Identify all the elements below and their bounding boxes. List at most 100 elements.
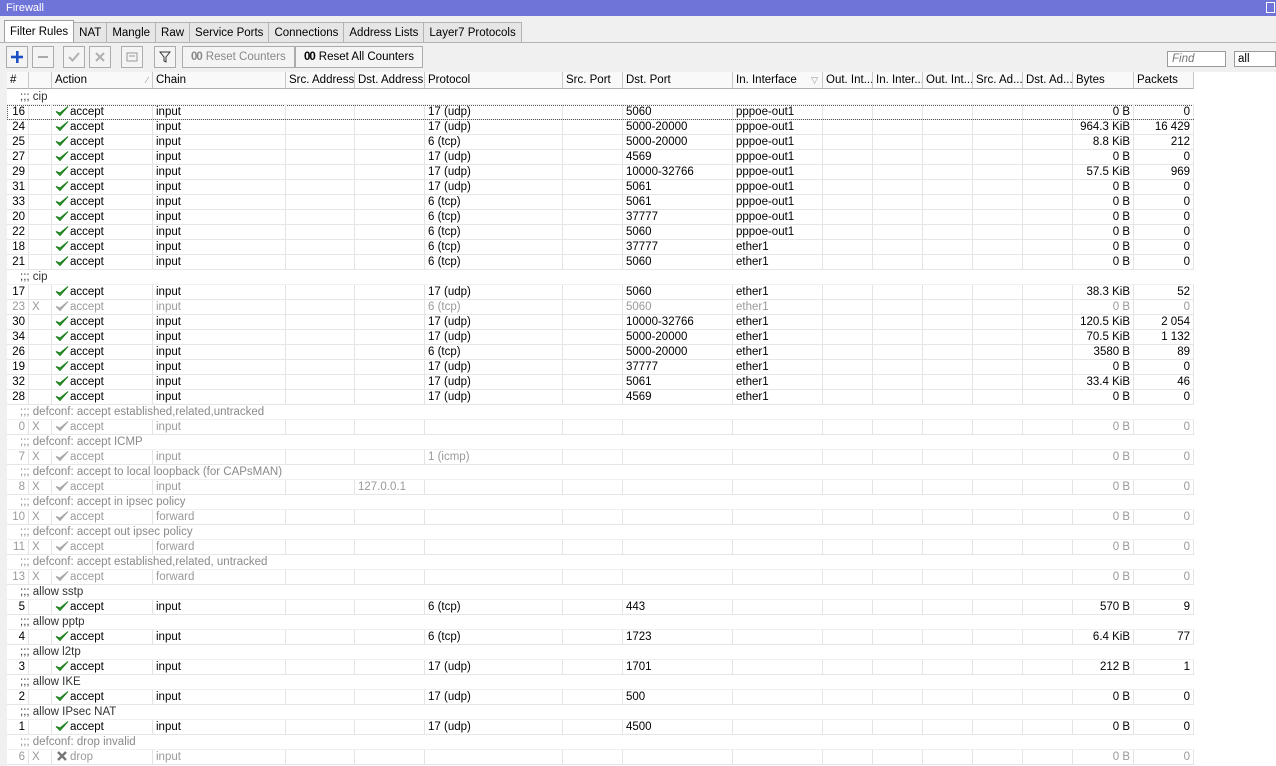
rule-row[interactable]: 17 accept input 17 (udp) 5060 ether1 38.3 KiB 5… [7, 285, 1194, 300]
column-header-2[interactable]: Action ∕ [52, 72, 153, 89]
tab-connections[interactable]: Connections [268, 22, 345, 42]
rule-row[interactable]: 6 Xdrop input 0 B0 [7, 750, 1194, 765]
rule-row[interactable]: 7 Xaccept input 1 (icmp) 0 B0 [7, 450, 1194, 465]
comment-row[interactable]: ;;; allow pptp [7, 615, 1194, 630]
rule-action-label: accept [70, 106, 104, 118]
rule-row[interactable]: 0 Xaccept input 0 B0 [7, 420, 1194, 435]
column-header-5[interactable]: Dst. Address [355, 72, 425, 89]
column-header-6[interactable]: Protocol [425, 72, 563, 89]
rule-row[interactable]: 34 accept input 17 (udp) 5000-20000 ether1 70.… [7, 330, 1194, 345]
find-input[interactable] [1167, 51, 1226, 67]
rule-row[interactable]: 11 Xaccept forward 0 B0 [7, 540, 1194, 555]
rule-in-interface: pppoe-out1 [733, 210, 823, 224]
rule-dst-port: 4500 [623, 720, 733, 734]
rule-row[interactable]: 2 accept input 17 (udp) 500 0 B0 [7, 690, 1194, 705]
comment-row[interactable]: ;;; defconf: accept to local loopback (f… [7, 465, 1194, 480]
comment-button[interactable] [121, 46, 143, 68]
rule-row[interactable]: 29 accept input 17 (udp) 10000-32766 pppoe-ou… [7, 165, 1194, 180]
column-header-14[interactable]: Dst. Ad... [1023, 72, 1073, 89]
tab-mangle[interactable]: Mangle [106, 22, 157, 42]
rule-row[interactable]: 22 accept input 6 (tcp) 5060 pppoe-out1 0 B0 [7, 225, 1194, 240]
rule-empty-cell [923, 105, 973, 119]
comment-row[interactable]: ;;; allow l2tp [7, 645, 1194, 660]
tab-filter-rules[interactable]: Filter Rules [4, 20, 75, 42]
rule-in-interface: ether1 [733, 360, 823, 374]
comment-row[interactable]: ;;; defconf: accept ICMP [7, 435, 1194, 450]
reset-all-counters-button[interactable]: 00 Reset All Counters [295, 46, 424, 68]
column-header-10[interactable]: Out. Int... [823, 72, 873, 89]
rule-row[interactable]: 8 Xaccept input 127.0.0.1 0 B0 [7, 480, 1194, 495]
comment-row[interactable]: ;;; allow IPsec NAT [7, 705, 1194, 720]
comment-row[interactable]: ;;; defconf: accept in ipsec policy [7, 495, 1194, 510]
column-header-7[interactable]: Src. Port [563, 72, 623, 89]
column-header-11[interactable]: In. Inter... [873, 72, 923, 89]
rule-row[interactable]: 16 accept input 17 (udp) 5060 pppoe-out1 0 B0 [7, 105, 1194, 120]
column-header-16[interactable]: Packets [1134, 72, 1194, 89]
column-header-13[interactable]: Src. Ad... [973, 72, 1023, 89]
column-header-12[interactable]: Out. Int... [923, 72, 973, 89]
rule-row[interactable]: 10 Xaccept forward 0 B0 [7, 510, 1194, 525]
rule-src-address [286, 105, 355, 119]
rule-row[interactable]: 13 Xaccept forward 0 B0 [7, 570, 1194, 585]
add-button[interactable] [6, 46, 28, 68]
tab-divider [0, 42, 1276, 43]
column-header-1[interactable] [29, 72, 52, 89]
column-header-3[interactable]: Chain [153, 72, 286, 89]
comment-text: ;;; defconf: drop invalid [20, 736, 136, 748]
rule-protocol [425, 480, 563, 494]
rule-src-port [563, 150, 623, 164]
remove-button[interactable] [32, 46, 54, 68]
rule-src-address [286, 135, 355, 149]
rule-row[interactable]: 3 accept input 17 (udp) 1701 212 B1 [7, 660, 1194, 675]
tab-raw[interactable]: Raw [155, 22, 191, 42]
rule-packets: 0 [1134, 450, 1194, 464]
rule-empty-cell [873, 360, 923, 374]
filter-select[interactable]: all [1234, 51, 1276, 67]
rule-row[interactable]: 4 accept input 6 (tcp) 1723 6.4 KiB 77 [7, 630, 1194, 645]
rule-src-address [286, 195, 355, 209]
rule-bytes: 0 B [1073, 225, 1134, 239]
rule-row[interactable]: 26 accept input 6 (tcp) 5000-20000 ether1 3580… [7, 345, 1194, 360]
tab-layer7-protocols[interactable]: Layer7 Protocols [423, 22, 522, 42]
tab-service-ports[interactable]: Service Ports [189, 22, 270, 42]
comment-row[interactable]: ;;; defconf: drop invalid [7, 735, 1194, 750]
column-header-4[interactable]: Src. Address [286, 72, 355, 89]
window-titlebar[interactable]: Firewall [0, 0, 1276, 16]
comment-row[interactable]: ;;; allow sstp [7, 585, 1194, 600]
filter-button[interactable] [154, 46, 176, 68]
rule-row[interactable]: 21 accept input 6 (tcp) 5060 ether1 0 B0 [7, 255, 1194, 270]
rule-row[interactable]: 31 accept input 17 (udp) 5061 pppoe-out1 0 B0 [7, 180, 1194, 195]
rule-dst-port: 5060 [623, 255, 733, 269]
rule-row[interactable]: 27 accept input 17 (udp) 4569 pppoe-out1 0 B0 [7, 150, 1194, 165]
tab-nat[interactable]: NAT [73, 22, 108, 42]
enable-button[interactable] [63, 46, 85, 68]
tab-address-lists[interactable]: Address Lists [343, 22, 425, 42]
rule-row[interactable]: 5 accept input 6 (tcp) 443 570 B9 [7, 600, 1194, 615]
column-header-8[interactable]: Dst. Port [623, 72, 733, 89]
rule-in-interface: ether1 [733, 315, 823, 329]
disable-button[interactable] [89, 46, 111, 68]
rule-action: accept [52, 720, 153, 734]
rule-row[interactable]: 18 accept input 6 (tcp) 37777 ether1 0 B0 [7, 240, 1194, 255]
rule-row[interactable]: 30 accept input 17 (udp) 10000-32766 ether1 12… [7, 315, 1194, 330]
comment-row[interactable]: ;;; defconf: accept out ipsec policy [7, 525, 1194, 540]
rule-row[interactable]: 1 accept input 17 (udp) 4500 0 B0 [7, 720, 1194, 735]
window-corner-button[interactable] [1266, 2, 1275, 13]
rule-row[interactable]: 23 Xaccept input 6 (tcp) 5060 ether1 0 B0 [7, 300, 1194, 315]
rule-row[interactable]: 33 accept input 6 (tcp) 5061 pppoe-out1 0 B0 [7, 195, 1194, 210]
rule-row[interactable]: 25 accept input 6 (tcp) 5000-20000 pppoe-out1… [7, 135, 1194, 150]
rule-row[interactable]: 19 accept input 17 (udp) 37777 ether1 0 B0 [7, 360, 1194, 375]
comment-row[interactable]: ;;; defconf: accept established,related,… [7, 555, 1194, 570]
comment-row[interactable]: ;;; cip [7, 270, 1194, 285]
column-header-15[interactable]: Bytes [1073, 72, 1134, 89]
rule-row[interactable]: 28 accept input 17 (udp) 4569 ether1 0 B0 [7, 390, 1194, 405]
reset-counters-button[interactable]: 00 Reset Counters [182, 46, 295, 68]
comment-row[interactable]: ;;; cip [7, 90, 1194, 105]
comment-row[interactable]: ;;; defconf: accept established,related,… [7, 405, 1194, 420]
column-header-0[interactable]: # [7, 72, 29, 89]
comment-row[interactable]: ;;; allow IKE [7, 675, 1194, 690]
column-header-9[interactable]: In. Interface ▽ [733, 72, 823, 89]
rule-row[interactable]: 32 accept input 17 (udp) 5061 ether1 33.4 KiB 4… [7, 375, 1194, 390]
rule-row[interactable]: 20 accept input 6 (tcp) 37777 pppoe-out1 0 B0 [7, 210, 1194, 225]
rule-row[interactable]: 24 accept input 17 (udp) 5000-20000 pppoe-out… [7, 120, 1194, 135]
